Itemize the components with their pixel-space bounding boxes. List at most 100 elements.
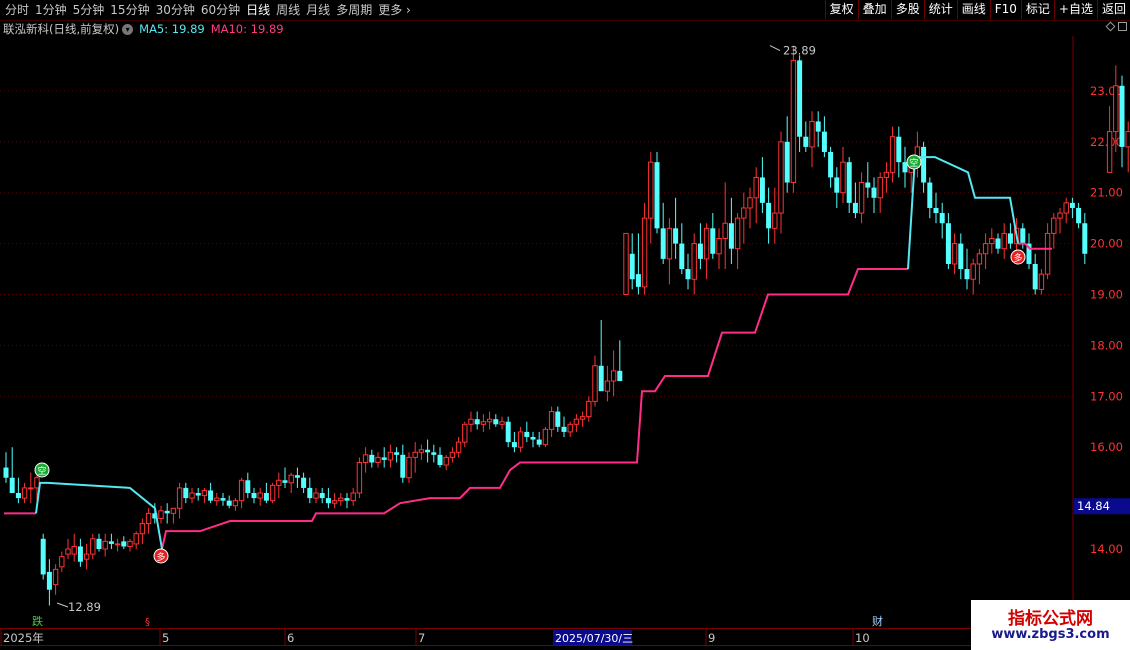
- period-tab-4[interactable]: 30分钟: [153, 0, 198, 20]
- candle[interactable]: [505, 416, 511, 448]
- candle[interactable]: [858, 172, 865, 224]
- candle[interactable]: [970, 258, 976, 295]
- event-marker[interactable]: 财: [872, 614, 883, 628]
- candle[interactable]: [542, 426, 549, 448]
- candle[interactable]: [722, 182, 728, 270]
- candle[interactable]: [114, 538, 121, 552]
- candle[interactable]: [226, 495, 232, 509]
- candle[interactable]: [567, 421, 573, 438]
- candle[interactable]: [301, 472, 307, 494]
- candle[interactable]: [338, 493, 344, 506]
- candle[interactable]: [840, 146, 846, 203]
- candle[interactable]: [71, 533, 77, 562]
- candle[interactable]: [431, 444, 437, 463]
- candle[interactable]: [964, 248, 970, 290]
- candle[interactable]: [121, 536, 127, 549]
- candle[interactable]: [319, 487, 325, 504]
- candle[interactable]: [548, 406, 555, 438]
- candle[interactable]: [294, 467, 300, 488]
- candle[interactable]: [443, 454, 449, 471]
- candle[interactable]: [1007, 223, 1013, 249]
- candle[interactable]: [3, 452, 9, 483]
- candle[interactable]: [697, 223, 703, 270]
- candle[interactable]: [96, 533, 102, 552]
- candle[interactable]: [139, 518, 146, 544]
- candle[interactable]: [610, 350, 617, 397]
- candle[interactable]: [276, 472, 282, 499]
- candle[interactable]: [21, 482, 28, 504]
- candle[interactable]: [989, 228, 995, 254]
- candle[interactable]: [52, 564, 59, 595]
- candle[interactable]: [982, 233, 989, 270]
- candle[interactable]: [685, 253, 691, 290]
- candle[interactable]: [282, 467, 288, 488]
- candle[interactable]: [263, 482, 269, 504]
- candle[interactable]: [772, 187, 778, 244]
- candle[interactable]: [945, 213, 951, 270]
- candle[interactable]: [958, 233, 964, 280]
- candle[interactable]: [679, 223, 685, 275]
- period-tab-10[interactable]: 更多 ›: [375, 0, 414, 20]
- candle[interactable]: [1076, 202, 1082, 229]
- candle[interactable]: [1063, 197, 1069, 224]
- candle[interactable]: [1106, 106, 1113, 173]
- candle[interactable]: [1082, 213, 1088, 264]
- candle[interactable]: [394, 447, 400, 463]
- candle[interactable]: [145, 508, 152, 534]
- candle[interactable]: [77, 538, 83, 567]
- candle[interactable]: [524, 421, 530, 443]
- candle[interactable]: [1057, 207, 1063, 234]
- candle[interactable]: [232, 498, 239, 511]
- candle[interactable]: [933, 192, 939, 224]
- candle[interactable]: [220, 493, 226, 506]
- candle[interactable]: [648, 151, 654, 244]
- candle[interactable]: [59, 551, 65, 572]
- candle[interactable]: [313, 487, 319, 504]
- candle[interactable]: [195, 487, 201, 501]
- candle[interactable]: [238, 477, 245, 509]
- candle[interactable]: [375, 452, 381, 468]
- candle[interactable]: [344, 493, 350, 509]
- candle[interactable]: [927, 177, 933, 219]
- candle[interactable]: [90, 533, 96, 560]
- diamond-icon[interactable]: [1105, 21, 1116, 32]
- candle[interactable]: [778, 131, 784, 234]
- candle[interactable]: [629, 233, 635, 290]
- candle[interactable]: [1119, 75, 1125, 168]
- candle[interactable]: [660, 202, 666, 264]
- candle[interactable]: [536, 431, 542, 448]
- period-tab-7[interactable]: 周线: [273, 0, 303, 20]
- candle[interactable]: [883, 162, 890, 193]
- candle[interactable]: [325, 487, 331, 509]
- candle[interactable]: [499, 416, 505, 430]
- candle[interactable]: [691, 233, 697, 295]
- candle[interactable]: [809, 111, 815, 168]
- candle[interactable]: [641, 202, 648, 295]
- period-tab-2[interactable]: 5分钟: [70, 0, 108, 20]
- candle[interactable]: [834, 167, 840, 208]
- candle[interactable]: [158, 505, 164, 524]
- candle[interactable]: [914, 131, 921, 178]
- candle[interactable]: [362, 447, 369, 473]
- candle[interactable]: [189, 487, 195, 504]
- period-tab-3[interactable]: 15分钟: [107, 0, 152, 20]
- candle[interactable]: [493, 414, 499, 427]
- candle[interactable]: [40, 533, 46, 580]
- candle[interactable]: [176, 482, 183, 519]
- toolbar-button-2[interactable]: 多股: [890, 0, 924, 19]
- window-icon[interactable]: [1118, 22, 1127, 31]
- candle[interactable]: [133, 531, 139, 549]
- candle[interactable]: [561, 416, 567, 438]
- candle[interactable]: [83, 543, 90, 570]
- toolbar-button-5[interactable]: F10: [989, 0, 1021, 19]
- candle[interactable]: [635, 233, 641, 295]
- candle[interactable]: [170, 507, 177, 524]
- candle[interactable]: [865, 162, 871, 198]
- candle[interactable]: [734, 213, 741, 270]
- candle[interactable]: [1020, 223, 1026, 249]
- candle[interactable]: [530, 431, 536, 448]
- candle[interactable]: [921, 141, 927, 193]
- candle[interactable]: [716, 228, 722, 270]
- toolbar-button-7[interactable]: +自选: [1053, 0, 1097, 19]
- period-tab-6[interactable]: 日线: [243, 0, 273, 20]
